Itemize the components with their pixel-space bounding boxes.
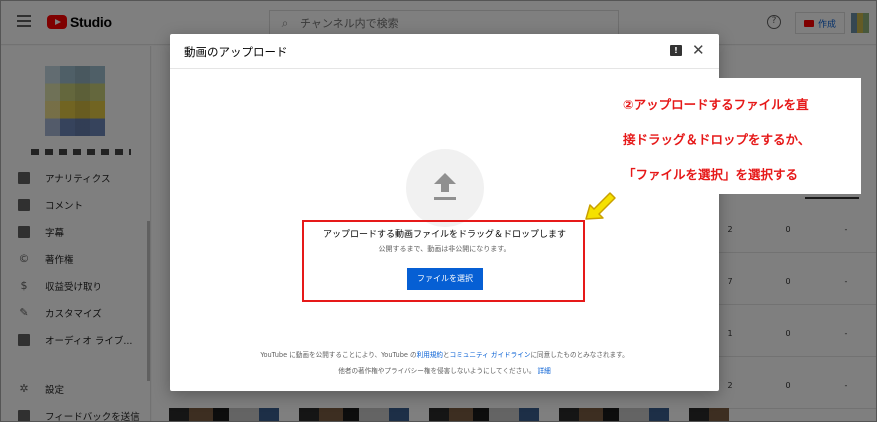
community-guidelines-link[interactable]: コミュニティ ガイドライン bbox=[450, 351, 531, 359]
callout-line: ②アップロードするファイルを直 bbox=[623, 97, 809, 112]
terms-and: と bbox=[443, 351, 450, 359]
feedback-icon[interactable]: ! bbox=[670, 45, 682, 56]
annotation-arrow-icon bbox=[585, 192, 616, 220]
dialog-header: 動画のアップロード ! ✕ bbox=[170, 34, 719, 69]
callout-line: 「ファイルを選択」を選択する bbox=[623, 167, 799, 182]
details-link[interactable]: 詳細 bbox=[538, 367, 551, 375]
dialog-title: 動画のアップロード bbox=[184, 45, 288, 59]
upload-arrow-icon bbox=[434, 173, 456, 200]
close-icon[interactable]: ✕ bbox=[692, 41, 705, 59]
callout-line: 接ドラッグ＆ドロップをするか、 bbox=[623, 132, 811, 147]
terms-notice: YouTube に動画を公開することにより、YouTube の利用規約とコミュニ… bbox=[170, 349, 719, 359]
highlight-box bbox=[302, 220, 585, 302]
screenshot-frame: Studio ⌕ ? 作成 アナリティクス コメント 字幕 ©著作権 $収益受け… bbox=[0, 0, 877, 422]
rights-notice: 他者の著作権やプライバシー権を侵害しないようにしてください。 詳細 bbox=[170, 365, 719, 375]
terms-suffix: に同意したものとみなされます。 bbox=[530, 351, 629, 359]
terms-of-service-link[interactable]: 利用規約 bbox=[417, 351, 443, 359]
annotation-callout: ②アップロードするファイルを直 接ドラッグ＆ドロップをするか、 「ファイルを選択… bbox=[613, 78, 861, 194]
upload-drop-zone[interactable] bbox=[406, 149, 484, 227]
rights-note: 他者の著作権やプライバシー権を侵害しないようにしてください。 bbox=[338, 367, 536, 375]
terms-prefix: YouTube に動画を公開することにより、YouTube の bbox=[260, 351, 417, 359]
